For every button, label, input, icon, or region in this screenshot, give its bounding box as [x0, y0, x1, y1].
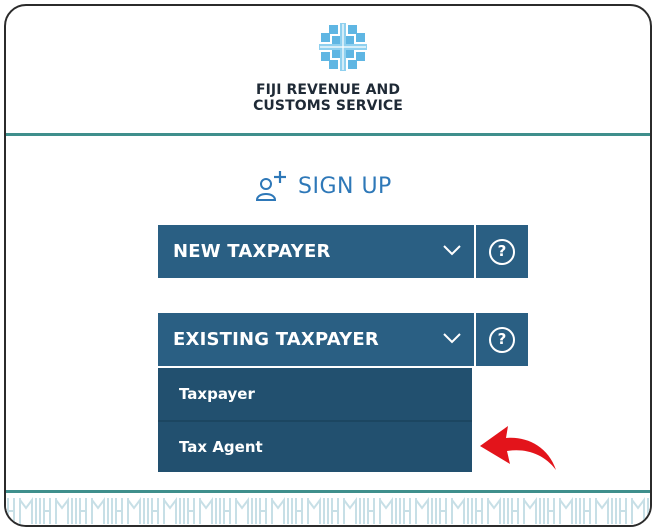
org-name-line1: FIJI REVENUE AND — [255, 82, 401, 98]
add-user-icon — [255, 171, 286, 201]
question-icon: ? — [489, 326, 515, 353]
frcs-logo-icon — [319, 23, 367, 71]
new-taxpayer-label: NEW TAXPAYER — [173, 241, 331, 262]
chevron-down-icon — [443, 245, 461, 256]
footer-divider — [6, 490, 650, 493]
tapa-pattern-icon — [6, 494, 650, 525]
existing-taxpayer-menu: Taxpayer Tax Agent — [158, 368, 472, 472]
page-frame: FIJI REVENUE AND CUSTOMS SERVICE SIGN UP… — [4, 4, 652, 527]
menu-item-tax-agent[interactable]: Tax Agent — [158, 420, 472, 472]
org-name-line2: CUSTOMS SERVICE — [253, 98, 403, 114]
new-taxpayer-dropdown[interactable]: NEW TAXPAYER — [158, 225, 474, 278]
chevron-down-icon — [443, 333, 461, 344]
org-name: FIJI REVENUE AND CUSTOMS SERVICE — [6, 82, 650, 114]
red-curved-arrow-icon — [480, 426, 556, 470]
header-divider — [6, 133, 650, 136]
help-glyph: ? — [497, 330, 507, 348]
footer-pattern — [6, 494, 650, 525]
sign-up-label: SIGN UP — [298, 173, 392, 199]
new-taxpayer-help-button[interactable]: ? — [476, 225, 528, 278]
help-glyph: ? — [497, 242, 507, 260]
menu-item-taxpayer[interactable]: Taxpayer — [158, 368, 472, 420]
existing-taxpayer-help-button[interactable]: ? — [476, 313, 528, 366]
existing-taxpayer-dropdown[interactable]: EXISTING TAXPAYER — [158, 313, 474, 366]
sign-up-heading: SIGN UP — [254, 166, 392, 206]
question-icon: ? — [489, 238, 515, 265]
existing-taxpayer-label: EXISTING TAXPAYER — [173, 329, 379, 350]
header: FIJI REVENUE AND CUSTOMS SERVICE — [6, 6, 650, 134]
